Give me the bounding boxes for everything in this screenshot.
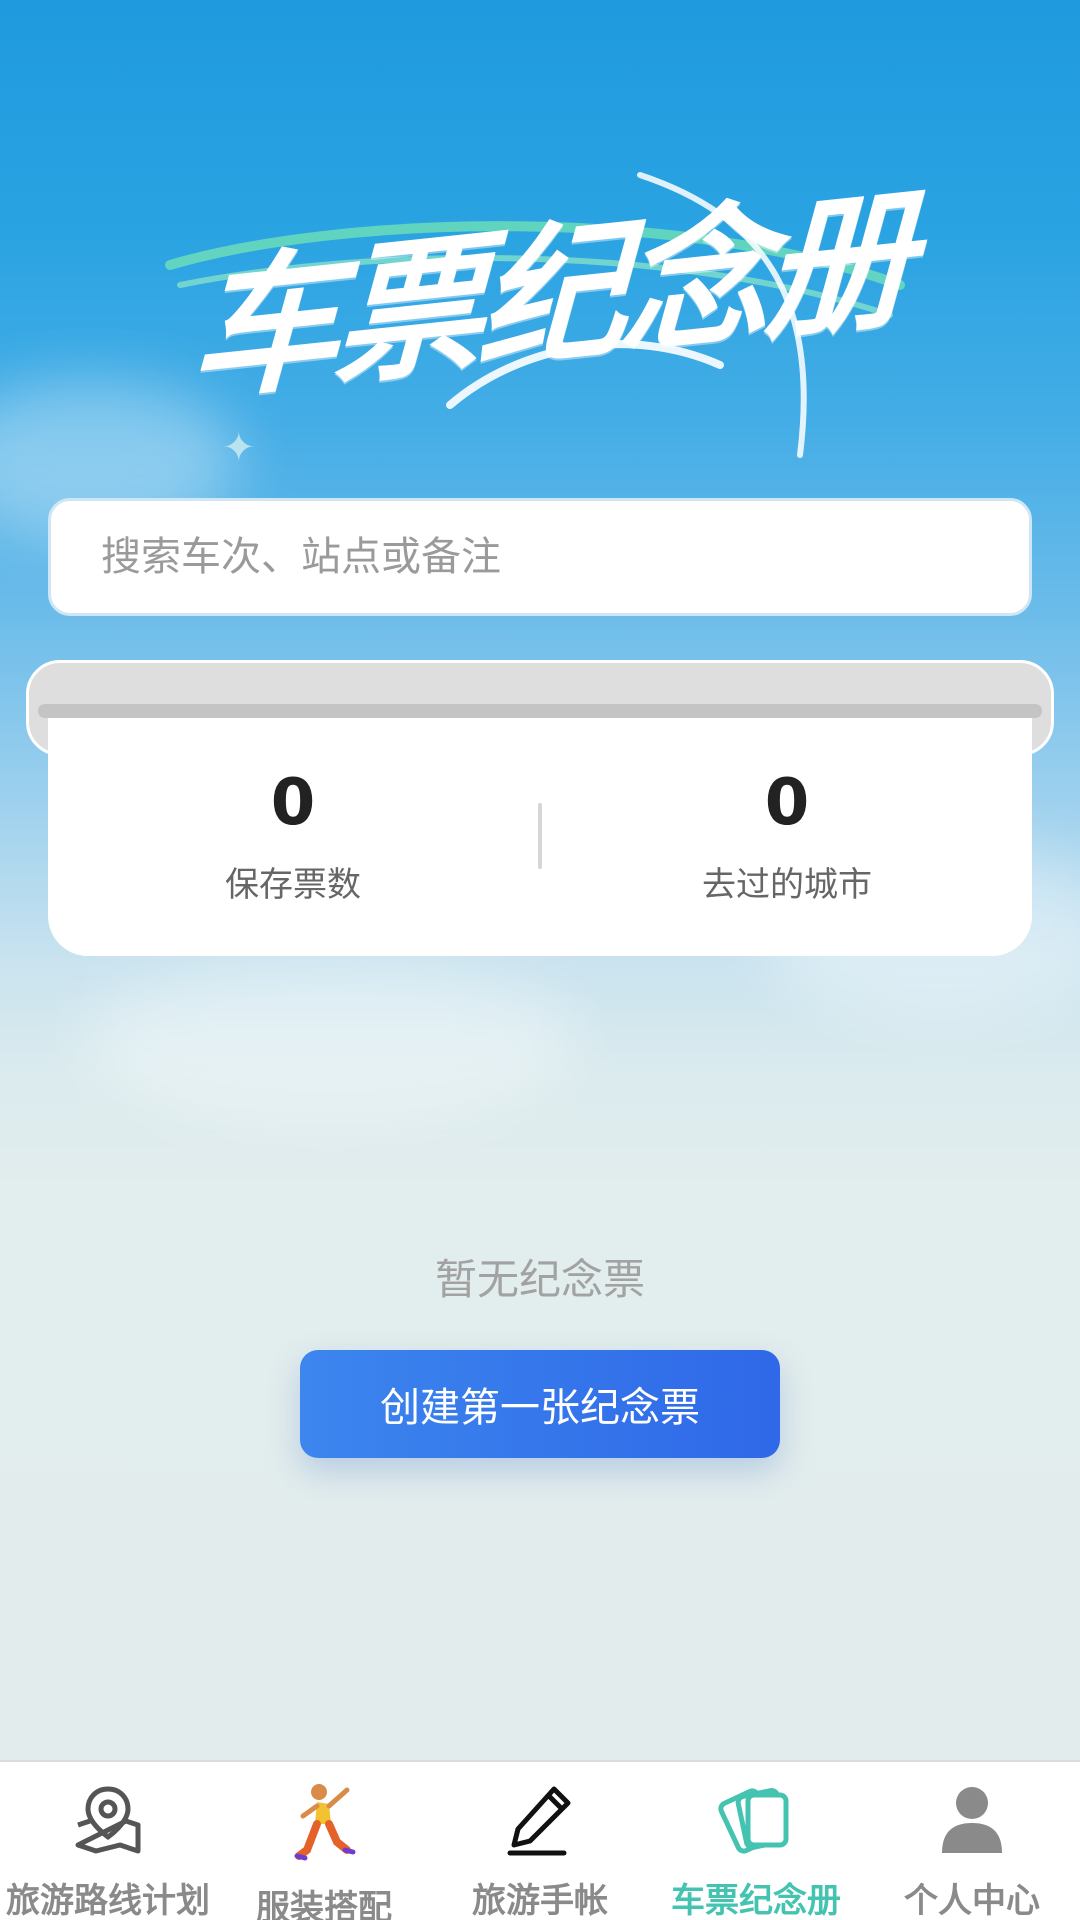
- tab-ticket-album[interactable]: 车票纪念册: [648, 1762, 864, 1920]
- sparkle-icon: ✦: [222, 425, 256, 471]
- ticket-printer-slit: [38, 704, 1042, 718]
- stat-value: 0: [270, 765, 316, 840]
- bottom-tab-bar: 旅游路线计划 服装搭配 旅游手帐 车票纪念册 个人中心: [0, 1760, 1080, 1920]
- stat-visited-cities: 0 去过的城市: [542, 767, 1032, 906]
- tab-travel-journal[interactable]: 旅游手帐: [432, 1762, 648, 1920]
- stats-card: 0 保存票数 0 去过的城市: [48, 716, 1032, 956]
- stat-saved-tickets: 0 保存票数: [48, 767, 538, 906]
- stat-label: 去过的城市: [702, 864, 872, 905]
- hero-banner: 车票纪念册: [160, 95, 920, 475]
- dancing-person-icon: [282, 1780, 366, 1864]
- pen-icon: [498, 1780, 582, 1857]
- tab-label: 旅游路线计划: [6, 1881, 210, 1920]
- tickets-icon: [714, 1780, 798, 1857]
- tab-label: 个人中心: [904, 1881, 1040, 1920]
- screen: 车票纪念册 ✦ 0 保存票数 0 去过的城市 暂无纪念票 创建第一张纪念票: [0, 0, 1080, 1920]
- user-icon: [930, 1780, 1014, 1857]
- tab-label: 服装搭配: [256, 1888, 392, 1920]
- tab-profile[interactable]: 个人中心: [864, 1762, 1080, 1920]
- create-first-ticket-button[interactable]: 创建第一张纪念票: [300, 1350, 780, 1458]
- search-input[interactable]: [99, 533, 1029, 581]
- cloud-decoration: [80, 960, 580, 1120]
- map-pin-icon: [66, 1780, 150, 1857]
- tab-route-plan[interactable]: 旅游路线计划: [0, 1762, 216, 1920]
- stat-label: 保存票数: [225, 864, 361, 905]
- stat-value: 0: [764, 765, 810, 840]
- tab-label: 旅游手帐: [472, 1881, 608, 1920]
- tab-outfit[interactable]: 服装搭配: [216, 1762, 432, 1920]
- empty-state-message: 暂无纪念票: [434, 1255, 645, 1304]
- tab-label: 车票纪念册: [671, 1881, 841, 1920]
- search-box[interactable]: [48, 498, 1032, 616]
